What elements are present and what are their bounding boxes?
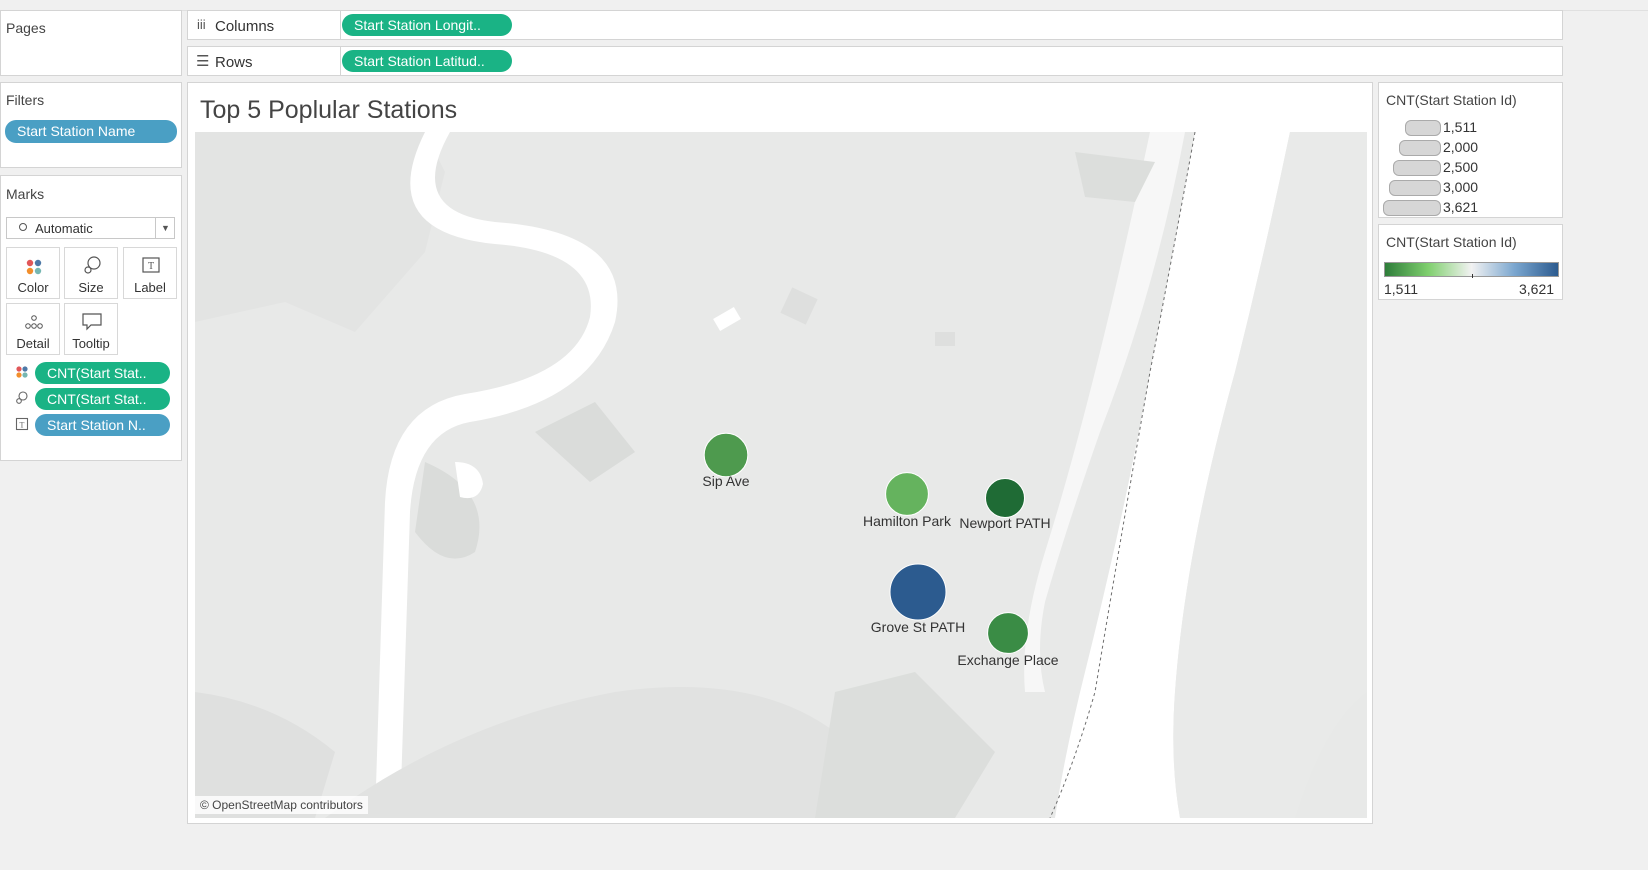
size-pill-icon — [16, 391, 28, 404]
size-legend: CNT(Start Station Id) 1,511 2,000 2,500 3,0… — [1378, 82, 1563, 218]
filter-pill-start-station-name[interactable]: Start Station Name — [5, 120, 177, 143]
color-legend-max: 3,621 — [1519, 281, 1555, 297]
station-label: Grove St PATH — [871, 619, 965, 635]
tooltip-button[interactable]: Tooltip — [64, 303, 118, 355]
label-icon: T — [142, 257, 160, 273]
station-label: Sip Ave — [702, 473, 749, 489]
size-icon — [84, 256, 101, 274]
pages-shelf[interactable]: Pages — [0, 10, 182, 76]
size-legend-label: 3,000 — [1443, 179, 1479, 195]
size-legend-label: 2,500 — [1443, 159, 1479, 175]
tooltip-icon — [82, 313, 102, 331]
columns-pill[interactable]: Start Station Longit.. — [342, 14, 512, 36]
map-area[interactable]: Sip Ave Hamilton Park Newport PATH Grove St… — [195, 132, 1367, 818]
marks-label-pill[interactable]: Start Station N.. — [35, 414, 170, 436]
label-button-label: Label — [134, 280, 166, 295]
label-button[interactable]: T Label — [123, 247, 177, 299]
color-ramp-midpoint — [1472, 274, 1473, 278]
marks-color-pill[interactable]: CNT(Start Stat.. — [35, 362, 170, 384]
size-legend-swatch — [1399, 140, 1441, 156]
columns-shelf[interactable]: iii Columns Start Station Longit.. — [187, 10, 1563, 40]
columns-divider — [340, 11, 341, 39]
color-legend: CNT(Start Station Id) 1,511 3,621 — [1378, 224, 1563, 300]
size-legend-label: 3,621 — [1443, 199, 1479, 215]
station-label: Exchange Place — [957, 652, 1058, 668]
detail-icon — [25, 315, 43, 329]
filters-card: Filters Start Station Name — [0, 82, 182, 168]
marks-title: Marks — [6, 186, 45, 202]
size-legend-title: CNT(Start Station Id) — [1386, 92, 1517, 108]
color-button[interactable]: Color — [6, 247, 60, 299]
rows-label: Rows — [215, 54, 253, 71]
mark-type-label: Automatic — [35, 221, 93, 236]
viz-title: Top 5 Poplular Stations — [200, 96, 458, 124]
marks-card: Marks Automatic ▼ Color Size T Label Det… — [0, 175, 182, 461]
size-legend-swatch — [1389, 180, 1441, 196]
map-attribution[interactable]: © OpenStreetMap contributors — [195, 796, 368, 814]
color-icon — [26, 259, 42, 275]
svg-text:T: T — [20, 421, 25, 430]
station-mark-newport-path[interactable] — [985, 478, 1025, 518]
size-button-label: Size — [78, 280, 104, 295]
marks-size-pill[interactable]: CNT(Start Stat.. — [35, 388, 170, 410]
viz-sheet: Top 5 Poplular Stations Sip Ave Hamilton… — [187, 82, 1373, 824]
size-legend-label: 2,000 — [1443, 139, 1479, 155]
color-button-label: Color — [17, 280, 49, 295]
station-label: Newport PATH — [959, 515, 1050, 531]
station-mark-hamilton-park[interactable] — [885, 472, 929, 516]
size-legend-label: 1,511 — [1443, 119, 1477, 135]
size-legend-swatch — [1383, 200, 1441, 216]
detail-button-label: Detail — [16, 336, 50, 351]
rows-icon: ☰ — [196, 53, 210, 70]
color-legend-min: 1,511 — [1384, 281, 1418, 297]
pages-title: Pages — [6, 20, 46, 36]
marks-layer: Sip Ave Hamilton Park Newport PATH Grove St… — [702, 432, 1059, 668]
tooltip-button-label: Tooltip — [72, 336, 110, 351]
color-dots-icon — [16, 366, 28, 378]
color-legend-title: CNT(Start Station Id) — [1386, 234, 1517, 250]
chevron-down-icon[interactable]: ▼ — [155, 218, 175, 238]
rows-shelf[interactable]: ☰ Rows Start Station Latitud.. — [187, 46, 1563, 76]
station-mark-exchange-place[interactable] — [987, 612, 1029, 654]
mark-type-circle-icon — [19, 223, 27, 231]
rows-divider — [340, 47, 341, 75]
size-legend-swatch — [1393, 160, 1441, 176]
detail-button[interactable]: Detail — [6, 303, 60, 355]
rows-pill[interactable]: Start Station Latitud.. — [342, 50, 512, 72]
size-button[interactable]: Size — [64, 247, 118, 299]
svg-text:T: T — [148, 261, 154, 272]
station-mark-sip-ave[interactable] — [703, 432, 749, 478]
filters-title: Filters — [6, 92, 45, 108]
columns-icon: iii — [197, 17, 206, 32]
mark-type-select[interactable]: Automatic ▼ — [6, 217, 175, 239]
size-legend-swatch — [1405, 120, 1441, 136]
label-pill-icon: T — [15, 417, 29, 431]
columns-label: Columns — [215, 18, 275, 35]
station-mark-grove-st-path[interactable] — [889, 563, 947, 621]
station-label: Hamilton Park — [863, 513, 952, 529]
